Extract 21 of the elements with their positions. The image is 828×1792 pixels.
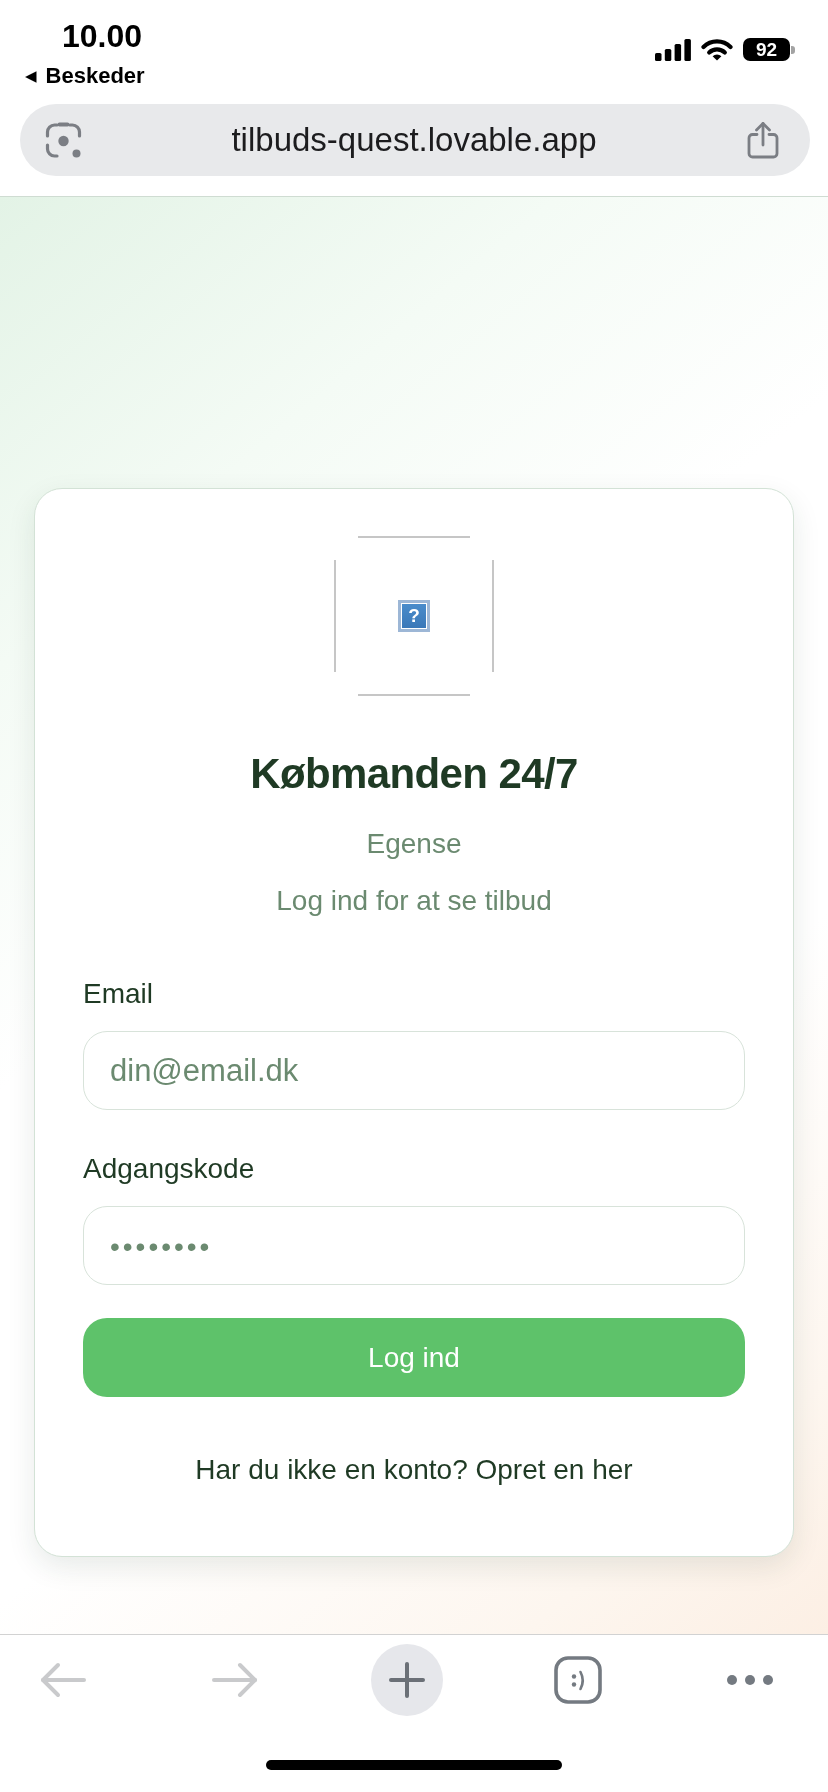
login-tagline: Log ind for at se tilbud [275, 885, 553, 917]
location-subtitle: Egense [365, 828, 463, 860]
email-field[interactable]: din@email.dk [83, 1031, 745, 1110]
signup-link[interactable]: Har du ikke en konto? Opret en her [195, 1454, 633, 1486]
store-title: Købmanden 24/7 [249, 750, 579, 798]
smiley-square-icon [554, 1656, 603, 1704]
back-link[interactable]: ◀ Beskeder [25, 62, 145, 90]
status-time: 10.00 [62, 18, 143, 54]
camera-scan-icon[interactable] [45, 121, 82, 159]
address-bar[interactable]: tilbuds-quest.lovable.app [20, 104, 810, 176]
password-field[interactable]: •••••••• [83, 1206, 745, 1285]
wifi-icon [701, 38, 733, 61]
field-label: Email [83, 979, 153, 1009]
question-mark-icon: ? [398, 600, 430, 632]
signal-icon [655, 38, 691, 61]
battery-indicator: 92 [743, 38, 795, 61]
field-label: Adgangskode [83, 1154, 255, 1184]
ellipsis-icon [727, 1675, 773, 1685]
plus-icon [388, 1662, 425, 1698]
triangle-left-icon: ◀ [25, 62, 37, 90]
share-icon[interactable] [746, 121, 780, 159]
